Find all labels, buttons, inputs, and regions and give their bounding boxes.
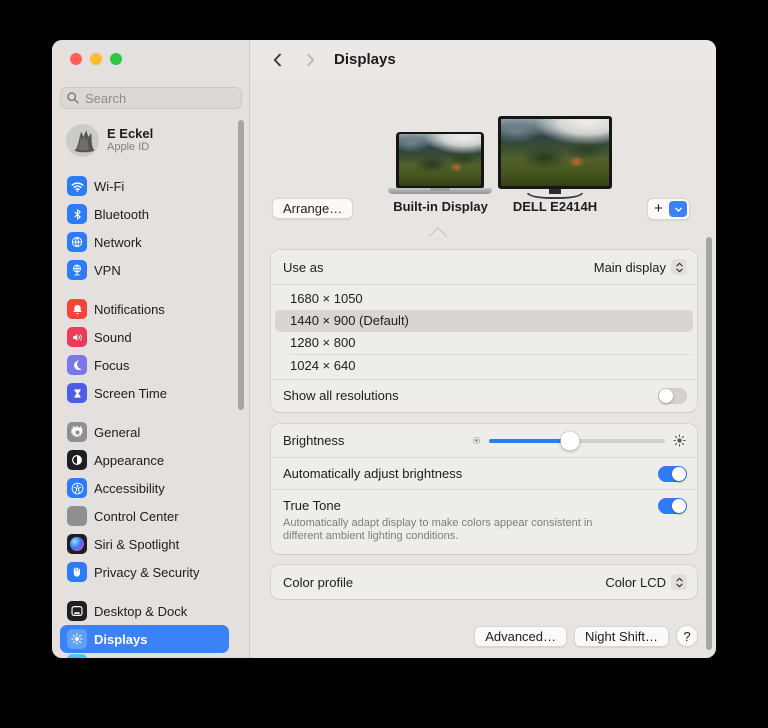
- profile-name: E Eckel: [107, 126, 153, 141]
- built-in-display-label: Built-in Display: [368, 199, 513, 214]
- up-down-chevrons-icon: [671, 259, 687, 275]
- sidebar-item-accessibility[interactable]: Accessibility: [60, 474, 229, 502]
- sidebar-item-notifications[interactable]: Notifications: [60, 295, 229, 323]
- brightness-high-icon: [672, 433, 687, 448]
- color-profile-popup[interactable]: Color LCD: [605, 574, 687, 590]
- sidebar-item-desktop-dock[interactable]: Desktop & Dock: [60, 597, 229, 625]
- laptop-base: [388, 188, 492, 194]
- resolution-option-selected[interactable]: 1440 × 900 (Default): [275, 310, 693, 332]
- sidebar-item-control-center[interactable]: Control Center: [60, 502, 229, 530]
- help-button[interactable]: ?: [676, 625, 698, 647]
- hourglass-icon: [67, 383, 87, 403]
- plus-icon: +: [648, 199, 669, 219]
- show-all-resolutions-toggle[interactable]: [658, 388, 687, 404]
- displays-pane: Displays Arrange… Built-in Display DELL …: [250, 40, 716, 658]
- brightness-label: Brightness: [283, 433, 344, 448]
- back-button[interactable]: [270, 52, 286, 68]
- add-display-dropdown[interactable]: [669, 201, 687, 217]
- desktop-dock-icon: [67, 601, 87, 621]
- hand-icon: [67, 562, 87, 582]
- auto-brightness-label: Automatically adjust brightness: [283, 466, 462, 481]
- siri-icon: [67, 534, 87, 554]
- auto-brightness-toggle[interactable]: [658, 466, 687, 482]
- window-controls: [70, 53, 122, 65]
- sidebar-item-displays[interactable]: Displays: [60, 625, 229, 653]
- avatar: [66, 124, 99, 157]
- footer-actions: Advanced… Night Shift… ?: [474, 625, 698, 647]
- show-all-resolutions-label: Show all resolutions: [283, 388, 399, 403]
- resolution-list: 1680 × 1050 1440 × 900 (Default) 1280 × …: [271, 285, 697, 379]
- page-title: Displays: [334, 40, 396, 80]
- sidebar-nav: Wi-Fi Bluetooth Network: [52, 172, 249, 658]
- chevron-down-icon: [674, 205, 683, 214]
- resolution-option[interactable]: 1280 × 800: [275, 332, 693, 354]
- accessibility-icon: [67, 478, 87, 498]
- sidebar-item-screen-time[interactable]: Screen Time: [60, 379, 229, 407]
- true-tone-description: Automatically adapt display to make colo…: [283, 517, 628, 543]
- bluetooth-icon: [67, 204, 87, 224]
- external-display-label: DELL E2414H: [498, 199, 612, 214]
- color-profile-label: Color profile: [283, 575, 353, 590]
- use-as-label: Use as: [283, 260, 323, 275]
- vpn-globe-icon: [67, 260, 87, 280]
- selected-display-caret: [426, 226, 450, 237]
- sidebar-item-general[interactable]: General: [60, 418, 229, 446]
- brightness-slider[interactable]: [489, 433, 665, 449]
- minimize-button[interactable]: [90, 53, 102, 65]
- add-display-button[interactable]: +: [647, 198, 690, 220]
- speaker-icon: [67, 327, 87, 347]
- resolution-card: Use as Main display 1680 × 1050 1440 × 9…: [271, 250, 697, 412]
- sidebar-item-siri-spotlight[interactable]: Siri & Spotlight: [60, 530, 229, 558]
- toolbar: Displays: [250, 40, 716, 80]
- up-down-chevrons-icon: [671, 574, 687, 590]
- built-in-display-thumbnail[interactable]: [396, 132, 484, 188]
- display-brightness-icon: [67, 629, 87, 649]
- sidebar-scrollbar[interactable]: [238, 120, 244, 410]
- resolution-option[interactable]: 1680 × 1050: [275, 288, 693, 310]
- gear-icon: [67, 422, 87, 442]
- brightness-card: Brightness: [271, 424, 697, 554]
- sidebar: E Eckel Apple ID Wi-Fi: [52, 40, 250, 658]
- color-profile-card: Color profile Color LCD: [271, 565, 697, 599]
- zoom-button[interactable]: [110, 53, 122, 65]
- apple-id-profile[interactable]: E Eckel Apple ID: [66, 120, 241, 160]
- wifi-icon: [67, 176, 87, 196]
- sidebar-item-wifi[interactable]: Wi-Fi: [60, 172, 229, 200]
- appearance-icon: [67, 450, 87, 470]
- control-center-icon: [67, 506, 87, 526]
- use-as-popup[interactable]: Main display: [594, 259, 687, 275]
- brightness-low-icon: [471, 435, 482, 446]
- resolution-option[interactable]: 1024 × 640: [275, 355, 693, 377]
- sidebar-item-network[interactable]: Network: [60, 228, 229, 256]
- search-input[interactable]: [60, 87, 242, 109]
- sidebar-item-privacy-security[interactable]: Privacy & Security: [60, 558, 229, 586]
- wallpaper-icon: [67, 654, 87, 658]
- content-scrollbar[interactable]: [706, 237, 712, 650]
- system-settings-window: E Eckel Apple ID Wi-Fi: [52, 40, 716, 658]
- profile-subtitle: Apple ID: [107, 141, 153, 154]
- globe-icon: [67, 232, 87, 252]
- true-tone-toggle[interactable]: [658, 498, 687, 514]
- bell-icon: [67, 299, 87, 319]
- true-tone-label: True Tone: [283, 498, 341, 513]
- night-shift-button[interactable]: Night Shift…: [574, 626, 669, 647]
- sidebar-item-vpn[interactable]: VPN: [60, 256, 229, 284]
- close-button[interactable]: [70, 53, 82, 65]
- brightness-slider-thumb[interactable]: [560, 432, 579, 451]
- sidebar-item-focus[interactable]: Focus: [60, 351, 229, 379]
- sidebar-item-appearance[interactable]: Appearance: [60, 446, 229, 474]
- forward-button[interactable]: [302, 52, 318, 68]
- sidebar-item-bluetooth[interactable]: Bluetooth: [60, 200, 229, 228]
- arrange-button[interactable]: Arrange…: [272, 198, 353, 219]
- moon-icon: [67, 355, 87, 375]
- advanced-button[interactable]: Advanced…: [474, 626, 567, 647]
- sidebar-item-sound[interactable]: Sound: [60, 323, 229, 351]
- external-display-thumbnail[interactable]: [498, 116, 612, 189]
